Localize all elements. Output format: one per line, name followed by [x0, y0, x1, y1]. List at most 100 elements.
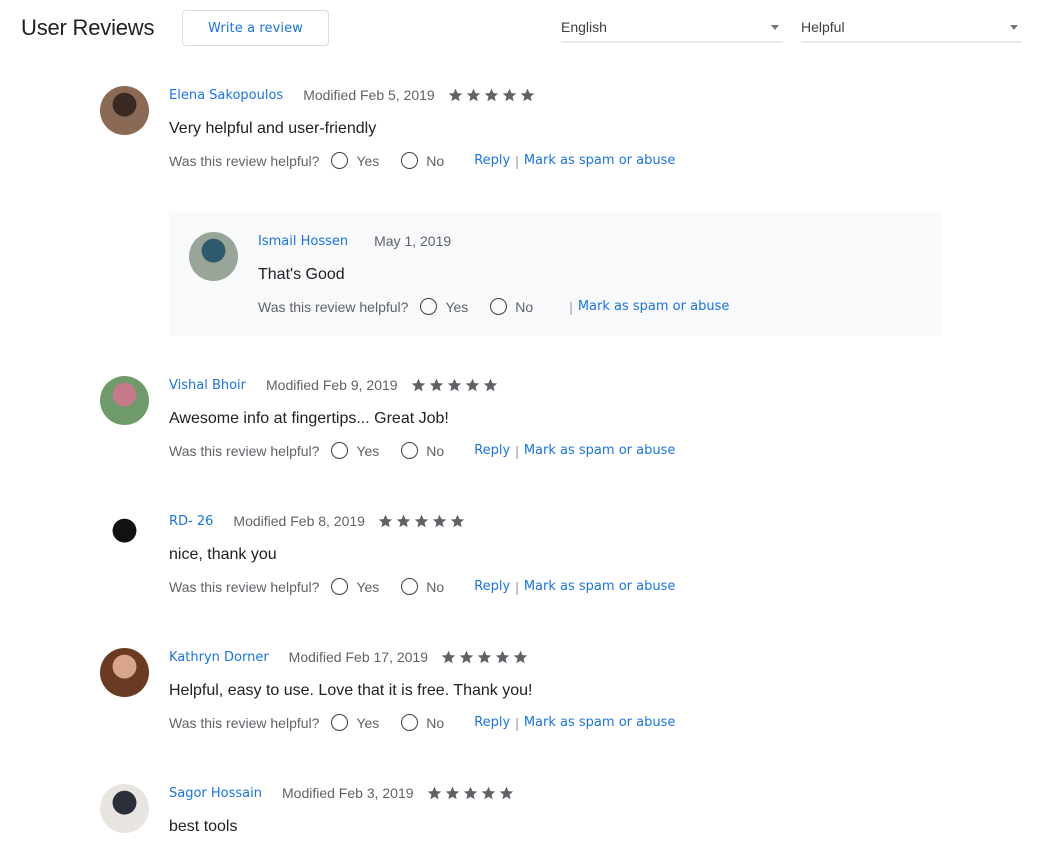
star-icon: [462, 785, 479, 801]
star-icon: [464, 377, 481, 393]
star-rating: [447, 87, 536, 103]
star-icon: [428, 377, 445, 393]
review-meta: Ismail Hossen May 1, 2019: [258, 233, 451, 249]
helpful-yes-radio[interactable]: Yes: [331, 442, 379, 459]
author-link[interactable]: Ismail Hossen: [258, 234, 348, 249]
helpful-yes-radio[interactable]: Yes: [331, 714, 379, 731]
no-label: No: [426, 714, 445, 731]
review-text: best tools: [169, 818, 238, 835]
radio-circle-icon: [401, 714, 419, 731]
helpful-yes-radio[interactable]: Yes: [420, 298, 468, 315]
star-icon: [444, 785, 461, 801]
author-link[interactable]: Vishal Bhoir: [169, 378, 246, 393]
page-title: User Reviews: [21, 15, 155, 40]
separator: |: [515, 442, 519, 459]
review-actions: Was this review helpful? Yes No Reply | Mark …: [169, 442, 675, 459]
helpful-no-radio[interactable]: No: [401, 714, 444, 731]
reply-link[interactable]: Reply: [474, 443, 510, 458]
helpful-no-radio[interactable]: No: [401, 442, 444, 459]
avatar: [189, 232, 238, 281]
no-label: No: [426, 152, 445, 169]
radio-circle-icon: [331, 442, 349, 459]
language-select[interactable]: English: [561, 14, 783, 43]
review-text: That's Good: [258, 266, 345, 283]
review-meta: RD- 26 Modified Feb 8, 2019: [169, 513, 466, 529]
star-icon: [458, 649, 475, 665]
author-link[interactable]: Elena Sakopoulos: [169, 88, 283, 103]
report-spam-link[interactable]: Mark as spam or abuse: [524, 443, 676, 458]
review-text: Awesome info at fingertips... Great Job!: [169, 410, 449, 427]
report-spam-link[interactable]: Mark as spam or abuse: [524, 715, 676, 730]
star-rating: [410, 377, 499, 393]
reply-link[interactable]: Reply: [474, 153, 510, 168]
star-rating: [440, 649, 529, 665]
helpful-no-radio[interactable]: No: [401, 152, 444, 169]
star-icon: [476, 649, 493, 665]
review-meta: Sagor Hossain Modified Feb 3, 2019: [169, 785, 515, 801]
star-icon: [494, 649, 511, 665]
dropdown-arrow-icon: [1010, 25, 1018, 30]
helpful-yes-radio[interactable]: Yes: [331, 152, 379, 169]
star-icon: [446, 377, 463, 393]
review-date: Modified Feb 17, 2019: [288, 649, 428, 665]
write-review-button[interactable]: Write a review: [182, 10, 329, 46]
avatar: [100, 648, 149, 697]
helpful-no-radio[interactable]: No: [490, 298, 533, 315]
reply-link[interactable]: Reply: [474, 715, 510, 730]
review-date: Modified Feb 8, 2019: [233, 513, 365, 529]
helpful-question: Was this review helpful?: [258, 298, 409, 315]
star-icon: [413, 513, 430, 529]
star-icon: [519, 87, 536, 103]
no-label: No: [426, 578, 445, 595]
star-icon: [410, 377, 427, 393]
sort-select-value: Helpful: [801, 19, 845, 35]
star-icon: [447, 87, 464, 103]
star-icon: [483, 87, 500, 103]
yes-label: Yes: [445, 298, 469, 315]
radio-circle-icon: [401, 578, 419, 595]
helpful-question: Was this review helpful?: [169, 442, 320, 459]
star-icon: [449, 513, 466, 529]
report-spam-link[interactable]: Mark as spam or abuse: [524, 579, 676, 594]
review-meta: Vishal Bhoir Modified Feb 9, 2019: [169, 377, 499, 393]
review-date: May 1, 2019: [374, 233, 452, 249]
review-date: Modified Feb 5, 2019: [303, 87, 435, 103]
star-icon: [377, 513, 394, 529]
avatar: [100, 784, 149, 833]
review-actions: Was this review helpful? Yes No Reply | Mark …: [169, 578, 675, 595]
review-meta: Elena Sakopoulos Modified Feb 5, 2019: [169, 87, 536, 103]
yes-label: Yes: [356, 152, 380, 169]
star-icon: [480, 785, 497, 801]
star-icon: [426, 785, 443, 801]
star-icon: [465, 87, 482, 103]
separator: |: [515, 152, 519, 169]
star-icon: [440, 649, 457, 665]
separator: |: [515, 714, 519, 731]
report-spam-link[interactable]: Mark as spam or abuse: [578, 299, 730, 314]
avatar: [100, 512, 149, 561]
helpful-yes-radio[interactable]: Yes: [331, 578, 379, 595]
review-actions: Was this review helpful? Yes No Reply | Mark …: [169, 152, 675, 169]
star-icon: [482, 377, 499, 393]
review-actions: Was this review helpful? Yes No Reply | Mark …: [169, 714, 675, 731]
review-text: Very helpful and user-friendly: [169, 120, 377, 137]
author-link[interactable]: Sagor Hossain: [169, 786, 262, 801]
report-spam-link[interactable]: Mark as spam or abuse: [524, 153, 676, 168]
radio-circle-icon: [490, 298, 508, 315]
yes-label: Yes: [356, 714, 380, 731]
write-review-label: Write a review: [208, 20, 303, 36]
sort-select[interactable]: Helpful: [801, 14, 1022, 43]
review-text: nice, thank you: [169, 546, 277, 563]
radio-circle-icon: [401, 442, 419, 459]
yes-label: Yes: [356, 578, 380, 595]
header: User Reviews Write a review English Help…: [0, 0, 1053, 60]
star-rating: [377, 513, 466, 529]
reply-link[interactable]: Reply: [474, 579, 510, 594]
language-select-value: English: [561, 19, 607, 35]
avatar: [100, 86, 149, 135]
reply-container: Ismail Hossen May 1, 2019 That's Good Was t…: [169, 212, 942, 336]
author-link[interactable]: RD- 26: [169, 514, 213, 529]
helpful-no-radio[interactable]: No: [401, 578, 444, 595]
author-link[interactable]: Kathryn Dorner: [169, 650, 269, 665]
separator: |: [569, 298, 573, 315]
